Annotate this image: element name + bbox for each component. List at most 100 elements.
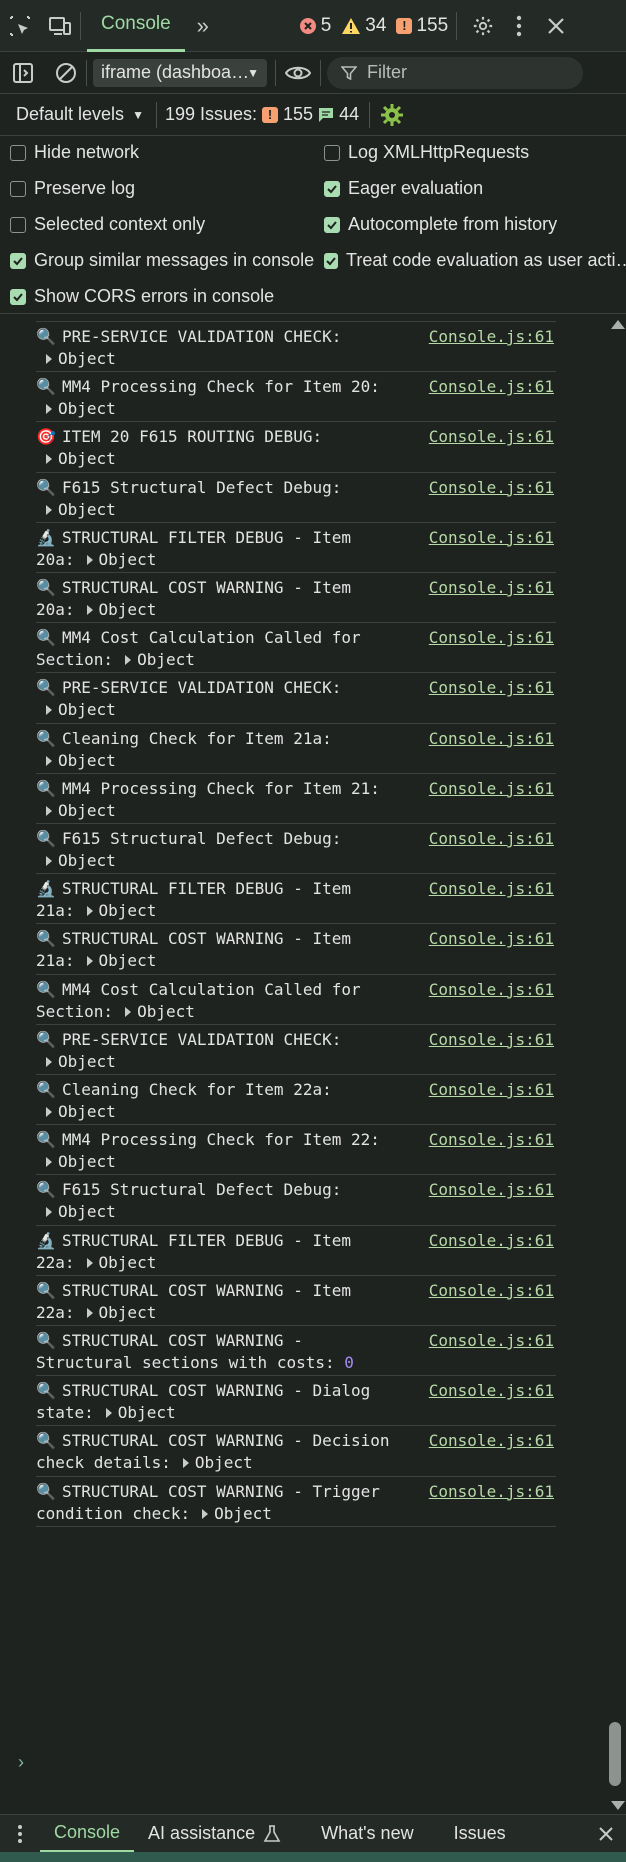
expand-triangle-icon[interactable] — [46, 856, 52, 866]
object-preview[interactable]: Object — [99, 951, 157, 970]
expand-triangle-icon[interactable] — [46, 1056, 52, 1067]
expand-triangle-icon[interactable] — [46, 404, 52, 415]
console-message[interactable]: 🔬 STRUCTURAL FILTER DEBUG - Item 22a: Objec… — [36, 1226, 556, 1276]
object-preview[interactable]: Object — [58, 449, 116, 468]
more-tabs-chevron-icon[interactable]: » — [185, 0, 221, 52]
source-link[interactable]: Console.js:61 — [429, 1330, 554, 1352]
console-message[interactable]: 🔍 STRUCTURAL COST WARNING - Trigger condit… — [36, 1477, 556, 1527]
expand-triangle-icon[interactable] — [46, 1107, 52, 1117]
object-preview[interactable]: Object — [99, 550, 157, 569]
object-preview[interactable]: Object — [99, 1303, 157, 1322]
object-preview[interactable]: Object — [137, 650, 195, 669]
source-link[interactable]: Console.js:61 — [429, 376, 554, 398]
checkbox-checked[interactable] — [324, 180, 340, 197]
console-message[interactable]: 🔍 STRUCTURAL COST WARNING - Structural sec… — [36, 1326, 556, 1377]
drawer-tab-console[interactable]: Console — [40, 1815, 135, 1853]
console-message[interactable]: 🔍 STRUCTURAL COST WARNING - Item 20a: Objec… — [36, 573, 556, 624]
show-cors-option[interactable]: Show CORS errors in console — [10, 286, 274, 307]
console-message[interactable]: 🔍 F615 Structural Defect Debug: Object Cons… — [36, 824, 556, 875]
log-levels-dropdown[interactable]: Default levels ▼ — [16, 104, 144, 125]
object-preview[interactable]: Object — [99, 901, 157, 920]
context-select[interactable]: iframe (dashboa… ▼ — [93, 58, 267, 87]
error-counter[interactable]: 5 — [299, 15, 331, 37]
expand-triangle-icon[interactable] — [46, 1207, 52, 1218]
source-link[interactable]: Console.js:61 — [429, 728, 554, 750]
checkbox-checked[interactable] — [324, 216, 340, 233]
expand-triangle-icon[interactable] — [46, 504, 52, 515]
console-message[interactable]: 🔍 PRE-SERVICE VALIDATION CHECK: Object Cons… — [36, 322, 556, 373]
object-preview[interactable]: Object — [214, 1504, 272, 1523]
tab-console[interactable]: Console — [87, 0, 185, 52]
console-message[interactable]: 🔍 MM4 Processing Check for Item 21: Object… — [36, 774, 556, 824]
checkbox-unchecked[interactable] — [324, 144, 340, 161]
source-link[interactable]: Console.js:61 — [429, 477, 554, 499]
object-preview[interactable]: Object — [58, 700, 116, 719]
source-link[interactable]: Console.js:61 — [429, 1079, 554, 1101]
source-link[interactable]: Console.js:61 — [429, 878, 554, 900]
message-counters[interactable]: 5 34 ! 155 — [299, 15, 448, 37]
source-link[interactable]: Console.js:61 — [429, 627, 554, 649]
object-preview[interactable]: Object — [99, 600, 157, 619]
source-link[interactable]: Console.js:61 — [429, 326, 554, 348]
eager-evaluation-option[interactable]: Eager evaluation — [324, 178, 483, 199]
console-message[interactable]: 🔬 STRUCTURAL FILTER DEBUG - Item 20a: Objec… — [36, 523, 556, 573]
clear-console-icon[interactable] — [46, 52, 86, 94]
drawer-tab-issues[interactable]: Issues — [440, 1815, 520, 1853]
console-message[interactable]: 🔬 STRUCTURAL FILTER DEBUG - Item 21a: Objec… — [36, 874, 556, 925]
console-message[interactable]: 🔍 STRUCTURAL COST WARNING - Item 22a: Objec… — [36, 1276, 556, 1326]
console-message[interactable]: 🔍 MM4 Processing Check for Item 20: Object… — [36, 372, 556, 423]
source-link[interactable]: Console.js:61 — [429, 1430, 554, 1452]
drawer-menu-kebab-icon[interactable] — [0, 1815, 40, 1853]
checkbox-unchecked[interactable] — [10, 216, 26, 233]
console-message[interactable]: 🔍 STRUCTURAL COST WARNING - Dialog state: O… — [36, 1376, 556, 1427]
filter-input[interactable]: Filter — [327, 56, 583, 89]
issue-counter[interactable]: ! 155 — [396, 15, 448, 37]
scroll-up-arrow-icon[interactable] — [611, 320, 625, 329]
console-message[interactable]: 🔍 Cleaning Check for Item 22a: Object Conso… — [36, 1075, 556, 1126]
console-message[interactable]: 🔍 MM4 Cost Calculation Called for Section:… — [36, 975, 556, 1025]
warning-counter[interactable]: 34 — [341, 15, 386, 37]
autocomplete-option[interactable]: Autocomplete from history — [324, 214, 557, 235]
kebab-menu-icon[interactable] — [501, 0, 537, 52]
treat-user-action-option[interactable]: Treat code evaluation as user acti… — [324, 250, 626, 271]
group-similar-option[interactable]: Group similar messages in console — [10, 250, 314, 271]
inspect-element-icon[interactable] — [0, 0, 40, 52]
console-settings-gear-icon[interactable] — [380, 103, 404, 127]
object-preview[interactable]: Object — [58, 1052, 116, 1071]
source-link[interactable]: Console.js:61 — [429, 1029, 554, 1051]
expand-triangle-icon[interactable] — [86, 956, 93, 967]
source-link[interactable]: Console.js:61 — [429, 1230, 554, 1252]
expand-triangle-icon[interactable] — [46, 1157, 52, 1168]
object-preview[interactable]: Object — [137, 1002, 195, 1021]
console-messages[interactable]: 🔍 PRE-SERVICE VALIDATION CHECK: Object Cons… — [0, 314, 626, 1814]
console-message[interactable]: 🔍 STRUCTURAL COST WARNING - Item 21a: Objec… — [36, 924, 556, 975]
drawer-tab-ai-assistance[interactable]: AI assistance — [134, 1815, 295, 1853]
object-preview[interactable]: Object — [118, 1403, 176, 1422]
expand-triangle-icon[interactable] — [202, 1508, 209, 1519]
console-message[interactable]: 🔍 F615 Structural Defect Debug: Object Cons… — [36, 473, 556, 523]
expand-triangle-icon[interactable] — [46, 454, 52, 465]
expand-triangle-icon[interactable] — [86, 1307, 93, 1318]
drawer-close-icon[interactable] — [586, 1815, 626, 1853]
expand-triangle-icon[interactable] — [182, 1458, 189, 1469]
expand-triangle-icon[interactable] — [125, 655, 132, 666]
console-message[interactable]: 🔍 F615 Structural Defect Debug: Object Cons… — [36, 1175, 556, 1226]
console-message[interactable]: 🔍 MM4 Processing Check for Item 22: Object… — [36, 1125, 556, 1176]
checkbox-checked[interactable] — [10, 252, 26, 269]
scrollbar-thumb[interactable] — [609, 1722, 621, 1786]
scroll-down-arrow-icon[interactable] — [611, 1801, 625, 1810]
source-link[interactable]: Console.js:61 — [429, 1179, 554, 1201]
object-preview[interactable]: Object — [58, 1202, 116, 1221]
expand-triangle-icon[interactable] — [125, 1006, 132, 1017]
expand-triangle-icon[interactable] — [86, 906, 93, 917]
checkbox-unchecked[interactable] — [10, 180, 26, 197]
hide-network-option[interactable]: Hide network — [10, 142, 139, 163]
live-expression-eye-icon[interactable] — [276, 52, 320, 94]
object-preview[interactable]: Object — [58, 1102, 116, 1121]
object-preview[interactable]: Object — [58, 751, 116, 770]
drawer-tab-whats-new[interactable]: What's new — [307, 1815, 427, 1853]
object-preview[interactable]: Object — [99, 1253, 157, 1272]
object-preview[interactable]: Object — [58, 851, 116, 870]
object-preview[interactable]: Object — [58, 801, 116, 820]
source-link[interactable]: Console.js:61 — [429, 1481, 554, 1503]
